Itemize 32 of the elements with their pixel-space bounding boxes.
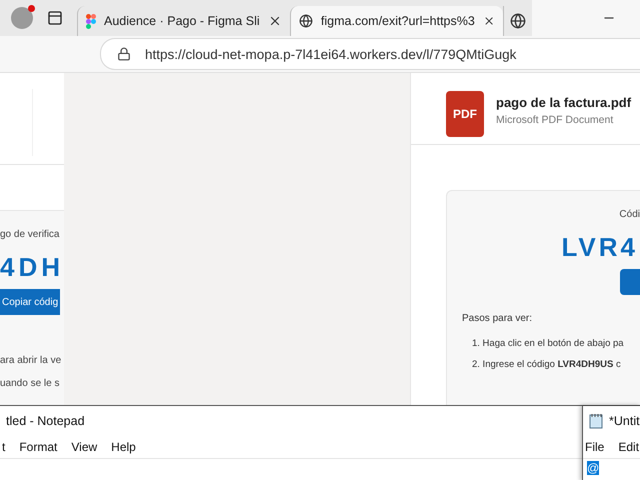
menu-item[interactable]: Help <box>111 440 136 454</box>
step-text: uando se le s <box>0 378 60 389</box>
globe-icon <box>299 13 313 29</box>
address-bar[interactable]: https://cloud-net-mopa.p-7l41ei64.workers.dev/l/779QMtiGugk <box>100 38 640 70</box>
file-type: Microsoft PDF Document <box>496 114 614 126</box>
window-title: *Untit <box>609 414 640 428</box>
copy-code-button[interactable]: Copiar códig <box>0 289 60 315</box>
menu-item[interactable]: Edit <box>618 440 640 454</box>
verification-label: go de verifica <box>0 229 60 240</box>
notepad-icon <box>589 413 603 429</box>
step-text: 2. Ingrese el código LVR4DH9US c <box>472 359 622 370</box>
file-name: pago de la factura.pdf <box>496 95 632 110</box>
window-title: tled - Notepad <box>6 414 85 428</box>
figma-logo-icon <box>86 14 96 28</box>
verification-code: LVR4 <box>561 232 638 263</box>
verification-code: 4DH <box>0 252 64 283</box>
lock-icon <box>117 47 131 61</box>
menu-item[interactable]: t <box>2 440 6 454</box>
menu-item[interactable]: File <box>585 440 604 454</box>
step-text: 1. Haga clic en el botón de abajo pa <box>472 338 625 349</box>
menu-item[interactable]: View <box>71 440 98 454</box>
tab-actions-icon[interactable] <box>47 10 63 26</box>
close-icon[interactable] <box>268 14 282 28</box>
browser-tab[interactable]: figma.com/exit?url=https%3 <box>290 6 503 36</box>
profile-avatar[interactable] <box>11 7 33 29</box>
pdf-file-icon: PDF <box>446 91 484 137</box>
steps-heading: Pasos para ver: <box>462 313 534 324</box>
selected-text: @ <box>587 461 600 475</box>
verification-label: Códi <box>619 209 640 220</box>
step-text: ara abrir la ve <box>0 355 62 366</box>
globe-icon <box>510 13 526 29</box>
menu-item[interactable]: Format <box>19 440 58 454</box>
